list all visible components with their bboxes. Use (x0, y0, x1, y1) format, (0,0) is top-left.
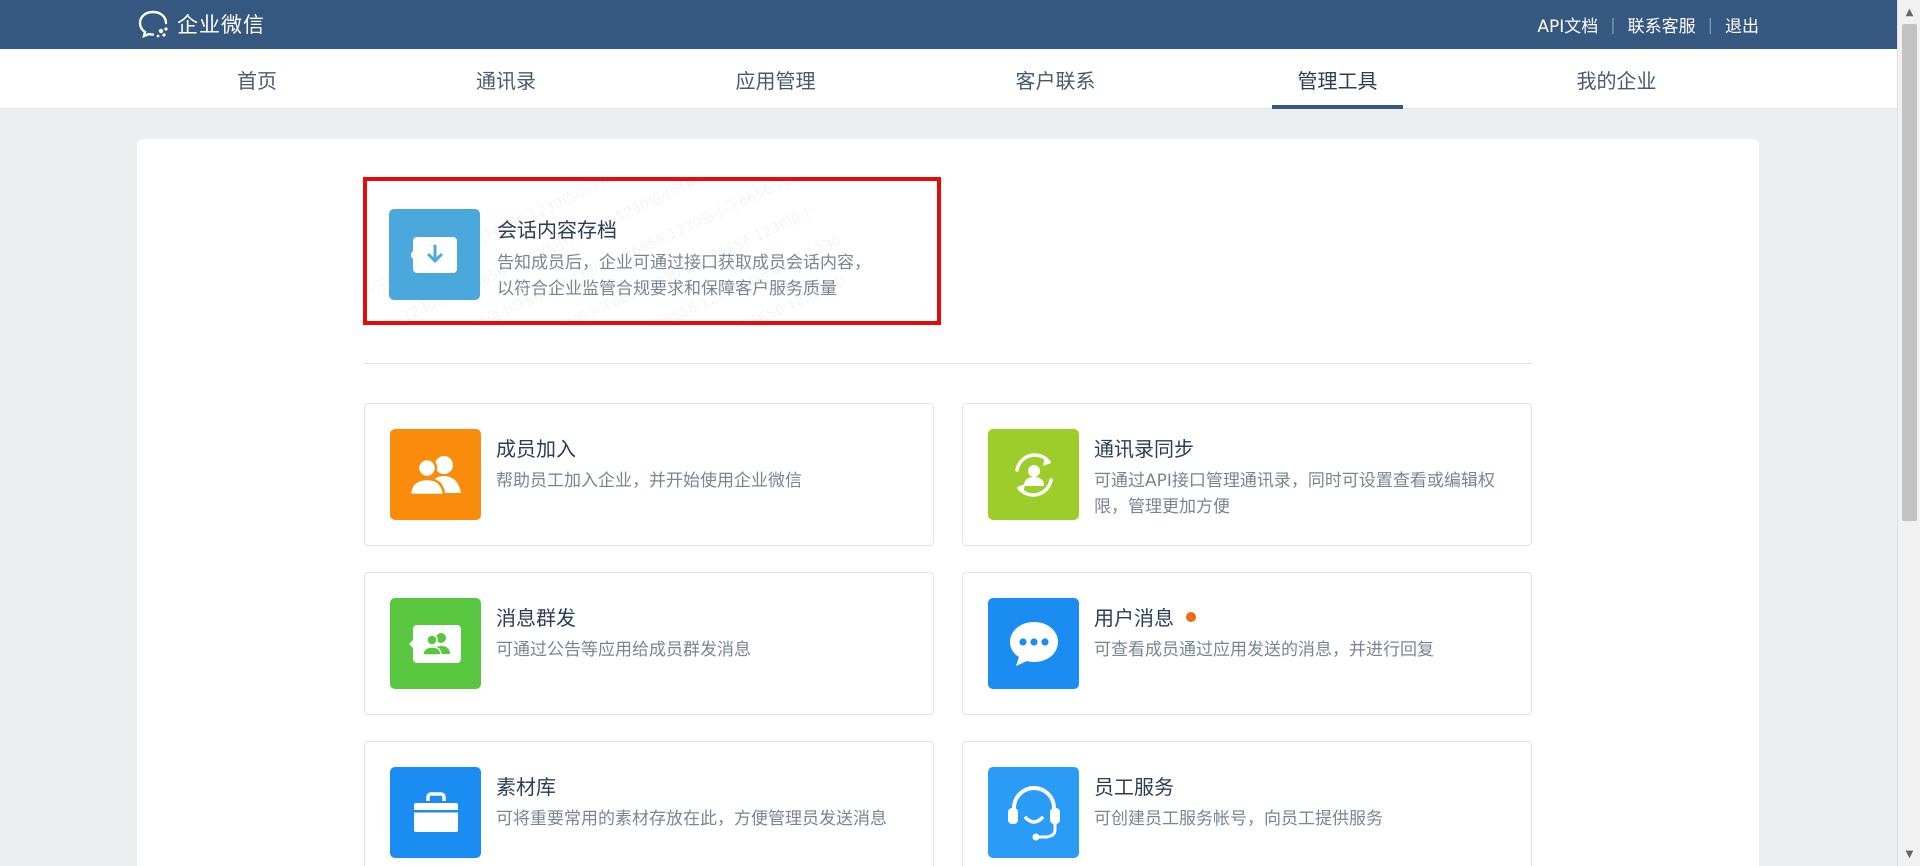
page-scrollbar[interactable]: ▲ ▼ (1897, 0, 1920, 866)
tool-card-contact-sync[interactable]: 通讯录同步 可通过API接口管理通讯录，同时可设置查看或编辑权限，管理更加方便 (962, 403, 1532, 546)
tool-title-text: 用户消息 (1094, 606, 1174, 630)
tab-customer-contact[interactable]: 客户联系 (993, 49, 1118, 109)
tool-title: 素材库 (496, 775, 556, 799)
tool-title: 通讯录同步 (1094, 437, 1194, 461)
scroll-up-arrow-icon[interactable]: ▲ (1898, 2, 1920, 22)
scroll-thumb[interactable] (1902, 24, 1917, 521)
logo[interactable]: 企业微信 (137, 9, 265, 39)
featured-tool-conversation-archive[interactable]: ·1230佰小汗6656·1230佰小汗6656·1230佰小汗6656·123… (363, 177, 941, 325)
archive-download-icon (389, 209, 480, 300)
featured-desc-line1: 告知成员后，企业可通过接口获取成员会话内容， (497, 253, 871, 273)
top-bar: 企业微信 API文档 | 联系客服 | 退出 (0, 0, 1897, 49)
logo-text: 企业微信 (177, 13, 265, 37)
featured-tool-desc: 告知成员后，企业可通过接口获取成员会话内容， 以符合企业监管合规要求和保障客户服… (497, 250, 917, 302)
tool-title: 成员加入 (496, 437, 576, 461)
tab-app-management[interactable]: 应用管理 (713, 49, 838, 109)
chat-bubble-icon (988, 598, 1079, 689)
featured-tool-title: 会话内容存档 (497, 218, 617, 242)
tool-desc: 帮助员工加入企业，并开始使用企业微信 (496, 471, 802, 491)
main-nav: 首页 通讯录 应用管理 客户联系 管理工具 我的企业 (0, 49, 1897, 109)
contact-sync-icon (988, 429, 1079, 520)
tool-card-members-join[interactable]: 成员加入 帮助员工加入企业，并开始使用企业微信 (364, 403, 934, 546)
tool-desc: 可通过公告等应用给成员群发消息 (496, 640, 751, 660)
tab-management-tools[interactable]: 管理工具 (1272, 49, 1403, 109)
tool-title: 用户消息 (1094, 602, 1196, 631)
broadcast-message-icon (390, 598, 481, 689)
tool-card-broadcast-message[interactable]: 消息群发 可通过公告等应用给成员群发消息 (364, 572, 934, 715)
new-badge-dot (1186, 611, 1196, 622)
featured-desc-line2: 以符合企业监管合规要求和保障客户服务质量 (497, 279, 837, 299)
logout-link[interactable]: 退出 (1725, 12, 1759, 37)
wecom-logo-icon (137, 9, 171, 39)
tool-card-user-messages[interactable]: 用户消息 可查看成员通过应用发送的消息，并进行回复 (962, 572, 1532, 715)
tool-title: 消息群发 (496, 606, 576, 630)
tab-contacts[interactable]: 通讯录 (447, 49, 565, 109)
tool-desc: 可创建员工服务帐号，向员工提供服务 (1094, 809, 1383, 829)
tool-desc: 可查看成员通过应用发送的消息，并进行回复 (1094, 640, 1434, 660)
headset-icon (988, 767, 1079, 858)
tool-card-material-library[interactable]: 素材库 可将重要常用的素材存放在此，方便管理员发送消息 (364, 741, 934, 866)
tab-my-enterprise[interactable]: 我的企业 (1554, 49, 1679, 109)
tool-card-employee-service[interactable]: 员工服务 可创建员工服务帐号，向员工提供服务 (962, 741, 1532, 866)
material-library-icon (390, 767, 481, 858)
tools-panel: ·1230佰小汗6656·1230佰小汗6656·1230佰小汗6656·123… (137, 139, 1759, 866)
api-docs-link[interactable]: API文档 (1537, 12, 1598, 37)
scroll-down-arrow-icon[interactable]: ▼ (1898, 844, 1920, 864)
link-separator: | (1707, 15, 1713, 34)
tool-desc: 可通过API接口管理通讯录，同时可设置查看或编辑权限，管理更加方便 (1094, 471, 1495, 517)
tab-home[interactable]: 首页 (213, 49, 301, 109)
members-join-icon (390, 429, 481, 520)
section-divider (364, 363, 1532, 364)
tool-desc: 可将重要常用的素材存放在此，方便管理员发送消息 (496, 809, 887, 829)
link-separator: | (1610, 15, 1616, 34)
top-links: API文档 | 联系客服 | 退出 (1537, 12, 1759, 37)
contact-support-link[interactable]: 联系客服 (1628, 12, 1696, 37)
tool-title: 员工服务 (1094, 775, 1174, 799)
